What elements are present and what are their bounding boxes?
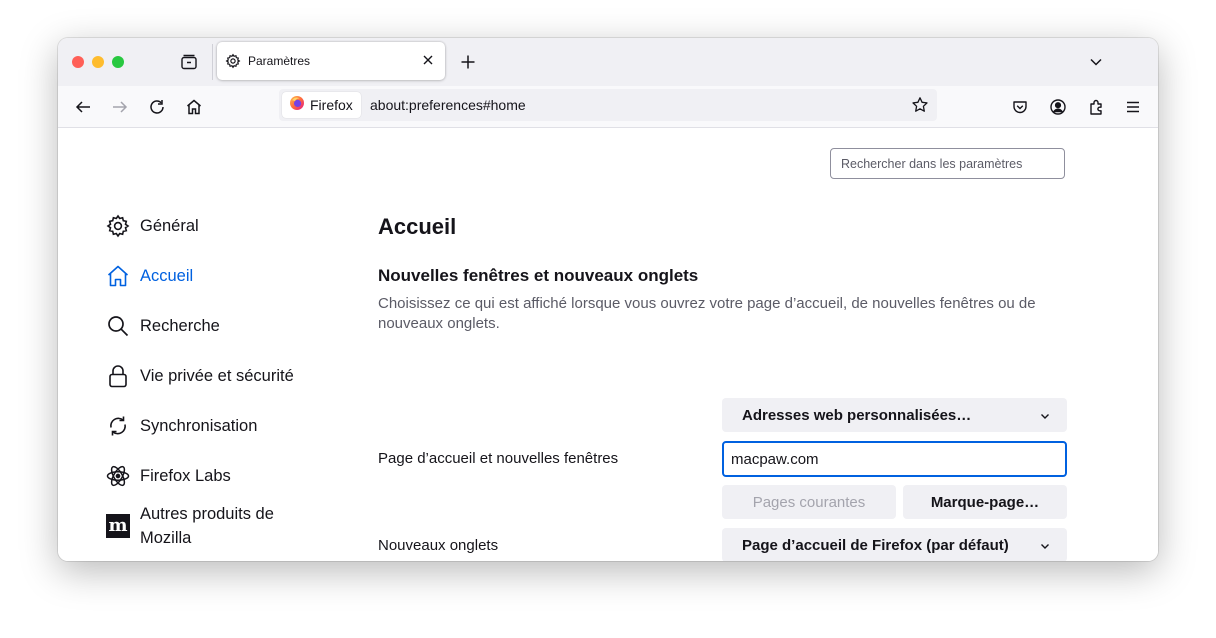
sidebar-item-label: Autres produits de Mozilla xyxy=(140,505,274,547)
home-icon[interactable] xyxy=(182,95,206,119)
sidebar-item-label: Synchronisation xyxy=(140,416,258,435)
forward-arrow-icon[interactable] xyxy=(108,95,132,119)
sidebar-item-sync[interactable]: Synchronisation xyxy=(106,414,257,438)
mozilla-logo-icon: m xyxy=(106,514,130,538)
reload-icon[interactable] xyxy=(145,95,169,119)
close-window-button[interactable] xyxy=(72,56,84,68)
back-arrow-icon[interactable] xyxy=(71,95,95,119)
sidebar-item-mozilla-products[interactable]: m Autres produits de Mozilla xyxy=(106,502,300,550)
firefox-view-icon[interactable] xyxy=(177,50,201,74)
sidebar-item-general[interactable]: Général xyxy=(106,214,199,238)
sidebar-item-label: Général xyxy=(140,216,199,235)
browser-window: Paramètres Firefox about:preferences#hom… xyxy=(58,38,1158,561)
hamburger-menu-icon[interactable] xyxy=(1121,95,1145,119)
gear-icon xyxy=(106,214,130,238)
lock-icon xyxy=(106,364,130,388)
sidebar-item-label: Vie privée et sécurité xyxy=(140,366,294,385)
homepage-mode-value: Adresses web personnalisées… xyxy=(742,406,972,424)
sidebar-item-home[interactable]: Accueil xyxy=(106,264,193,288)
homepage-mode-select[interactable]: Adresses web personnalisées… xyxy=(722,398,1067,432)
sidebar-item-label: Accueil xyxy=(140,266,194,285)
new-tab-icon[interactable] xyxy=(456,50,480,74)
new-tabs-label: Nouveaux onglets xyxy=(378,537,499,554)
tab-title: Paramètres xyxy=(248,54,311,68)
bookmark-star-icon[interactable] xyxy=(911,96,929,119)
tab-settings[interactable]: Paramètres xyxy=(217,42,445,80)
sidebar-item-firefox-labs[interactable]: Firefox Labs xyxy=(106,464,231,488)
preferences-page: Général Accueil Recherche xyxy=(58,128,1158,561)
list-all-tabs-chevron-icon[interactable] xyxy=(1084,50,1108,74)
zoom-window-button[interactable] xyxy=(112,56,124,68)
identity-label: Firefox xyxy=(310,97,353,113)
search-icon xyxy=(106,314,130,338)
new-tabs-value: Page d’accueil de Firefox (par défaut) xyxy=(742,536,1009,554)
use-current-pages-button[interactable]: Pages courantes xyxy=(722,485,896,519)
home-icon xyxy=(106,264,130,288)
homepage-url-input[interactable] xyxy=(722,441,1067,477)
page-title: Accueil xyxy=(378,214,457,239)
firefox-logo-icon xyxy=(289,95,305,116)
account-icon[interactable] xyxy=(1046,95,1070,119)
section-description: Choisissez ce qui est affiché lorsque vo… xyxy=(378,295,1036,332)
sidebar-item-privacy[interactable]: Vie privée et sécurité xyxy=(106,364,294,388)
search-settings-input[interactable] xyxy=(830,148,1065,179)
pocket-icon[interactable] xyxy=(1008,95,1032,119)
navigation-toolbar: Firefox about:preferences#home xyxy=(58,86,1158,128)
url-text[interactable]: about:preferences#home xyxy=(370,97,526,113)
url-bar[interactable]: Firefox about:preferences#home xyxy=(279,89,937,121)
sidebar-item-search[interactable]: Recherche xyxy=(106,314,220,338)
use-bookmark-button[interactable]: Marque-page… xyxy=(903,485,1067,519)
tab-strip: Paramètres xyxy=(58,38,1158,86)
extensions-icon[interactable] xyxy=(1084,95,1108,119)
identity-box[interactable]: Firefox xyxy=(282,92,361,118)
sidebar-item-label: Recherche xyxy=(140,316,220,335)
sync-icon xyxy=(106,414,130,438)
sidebar-item-label: Firefox Labs xyxy=(140,466,231,485)
close-tab-icon[interactable] xyxy=(421,53,435,72)
new-tabs-select[interactable]: Page d’accueil de Firefox (par défaut) xyxy=(722,528,1067,561)
chevron-down-icon xyxy=(1039,409,1051,426)
section-title: Nouvelles fenêtres et nouveaux onglets xyxy=(378,266,699,285)
gear-icon xyxy=(225,53,241,74)
labs-icon xyxy=(106,464,130,488)
minimize-window-button[interactable] xyxy=(92,56,104,68)
homepage-label: Page d’accueil et nouvelles fenêtres xyxy=(378,450,619,467)
chevron-down-icon xyxy=(1039,539,1051,556)
tabstrip-separator xyxy=(212,44,213,80)
